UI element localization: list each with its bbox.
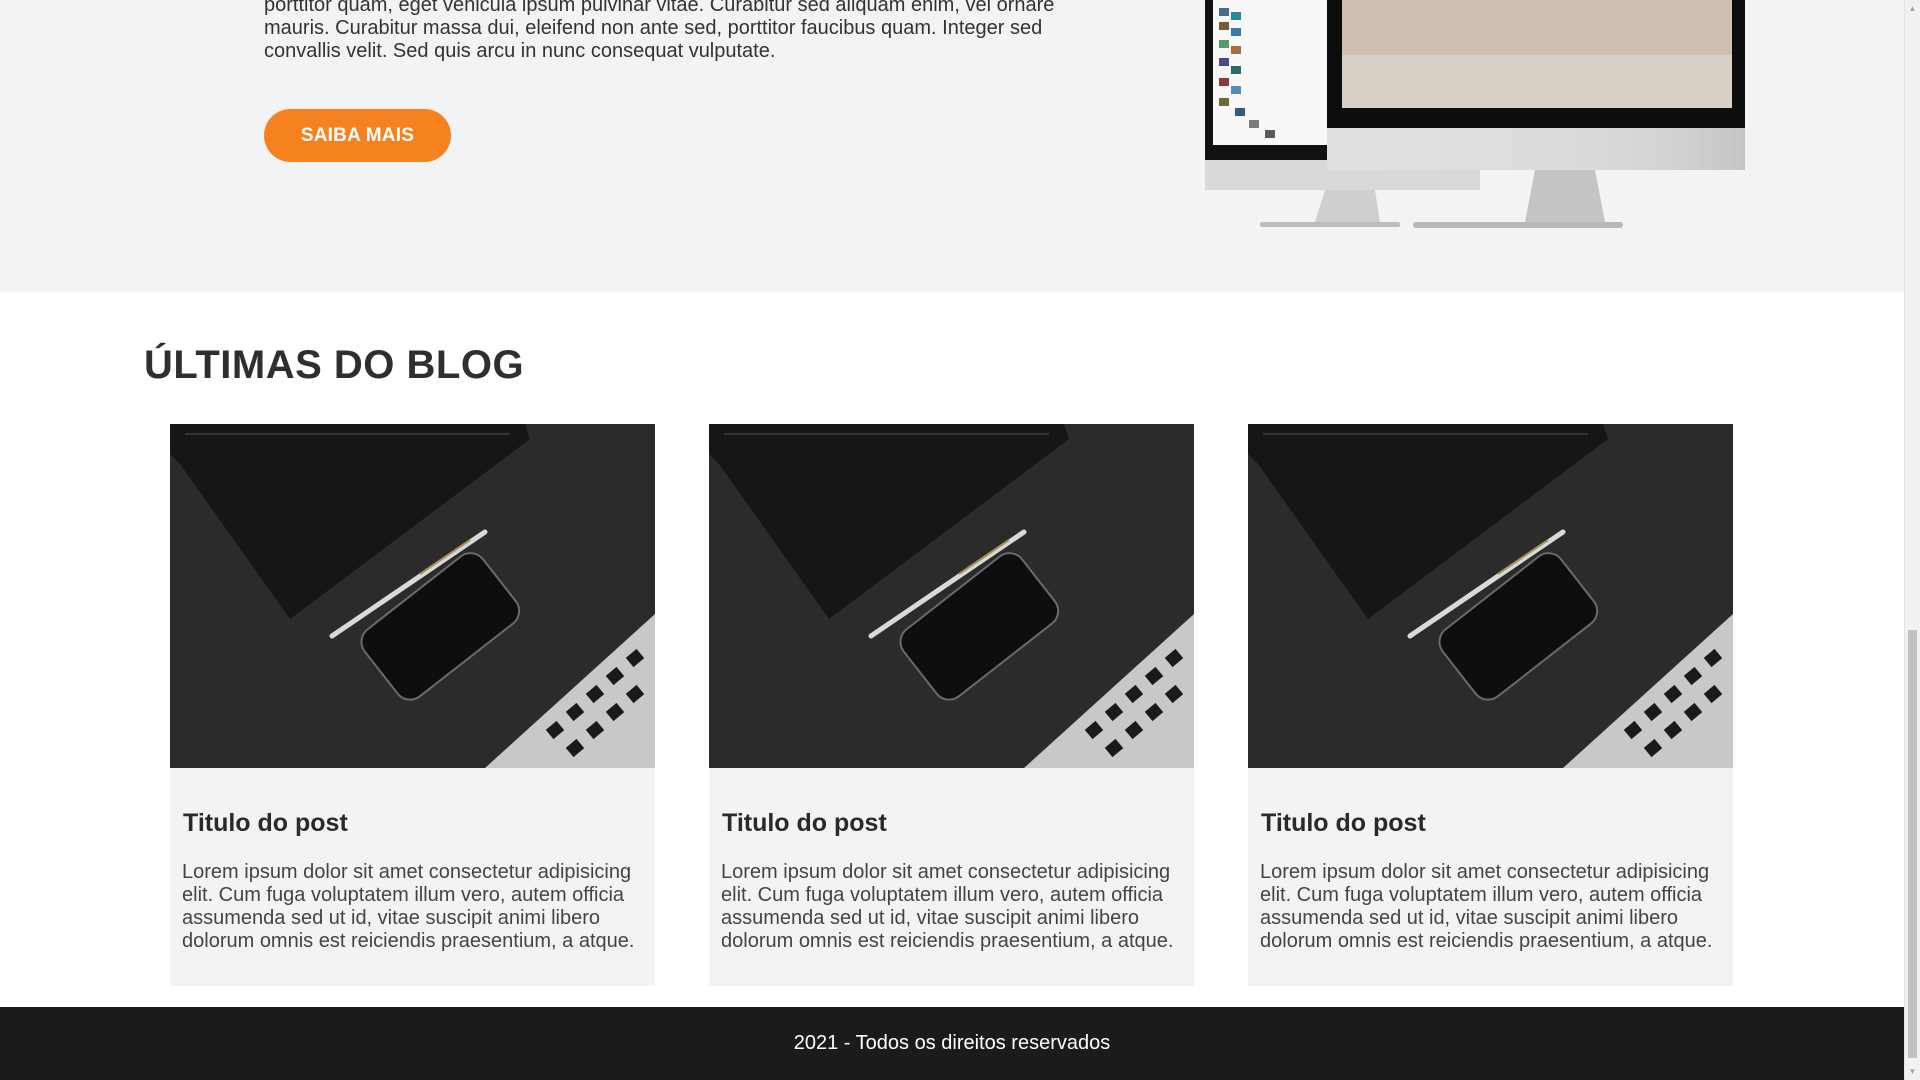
vertical-scrollbar[interactable]: ▲ ▼ (1904, 0, 1920, 1080)
monitor-mockup-image (1205, 0, 1745, 228)
post-excerpt: Lorem ipsum dolor sit amet consectetur a… (721, 861, 1174, 952)
post-title[interactable]: Titulo do post (722, 809, 887, 838)
post-thumbnail-image (170, 424, 655, 768)
post-thumbnail-image (1248, 424, 1733, 768)
blog-section-heading: ÚLTIMAS DO BLOG (144, 343, 525, 387)
blog-post-card[interactable]: Titulo do post Lorem ipsum dolor sit ame… (709, 424, 1194, 986)
footer: 2021 - Todos os direitos reservados (0, 1007, 1904, 1080)
saiba-mais-button[interactable]: SAIBA MAIS (264, 109, 451, 162)
about-text: porttitor quam, eget vehicula ipsum pulv… (264, 0, 1055, 62)
post-thumbnail-image (709, 424, 1194, 768)
post-excerpt: Lorem ipsum dolor sit amet consectetur a… (182, 861, 635, 952)
post-title[interactable]: Titulo do post (1261, 809, 1426, 838)
scrollbar-thumb[interactable] (1908, 630, 1917, 1058)
blog-post-card[interactable]: Titulo do post Lorem ipsum dolor sit ame… (170, 424, 655, 986)
post-excerpt: Lorem ipsum dolor sit amet consectetur a… (1260, 861, 1713, 952)
post-title[interactable]: Titulo do post (183, 809, 348, 838)
page: porttitor quam, eget vehicula ipsum pulv… (0, 0, 1904, 1080)
blog-post-card[interactable]: Titulo do post Lorem ipsum dolor sit ame… (1248, 424, 1733, 986)
scroll-up-icon[interactable]: ▲ (1905, 0, 1920, 17)
scroll-down-icon[interactable]: ▼ (1905, 1063, 1920, 1080)
footer-copyright: 2021 - Todos os direitos reservados (793, 1032, 1111, 1054)
about-section: porttitor quam, eget vehicula ipsum pulv… (0, 0, 1904, 292)
